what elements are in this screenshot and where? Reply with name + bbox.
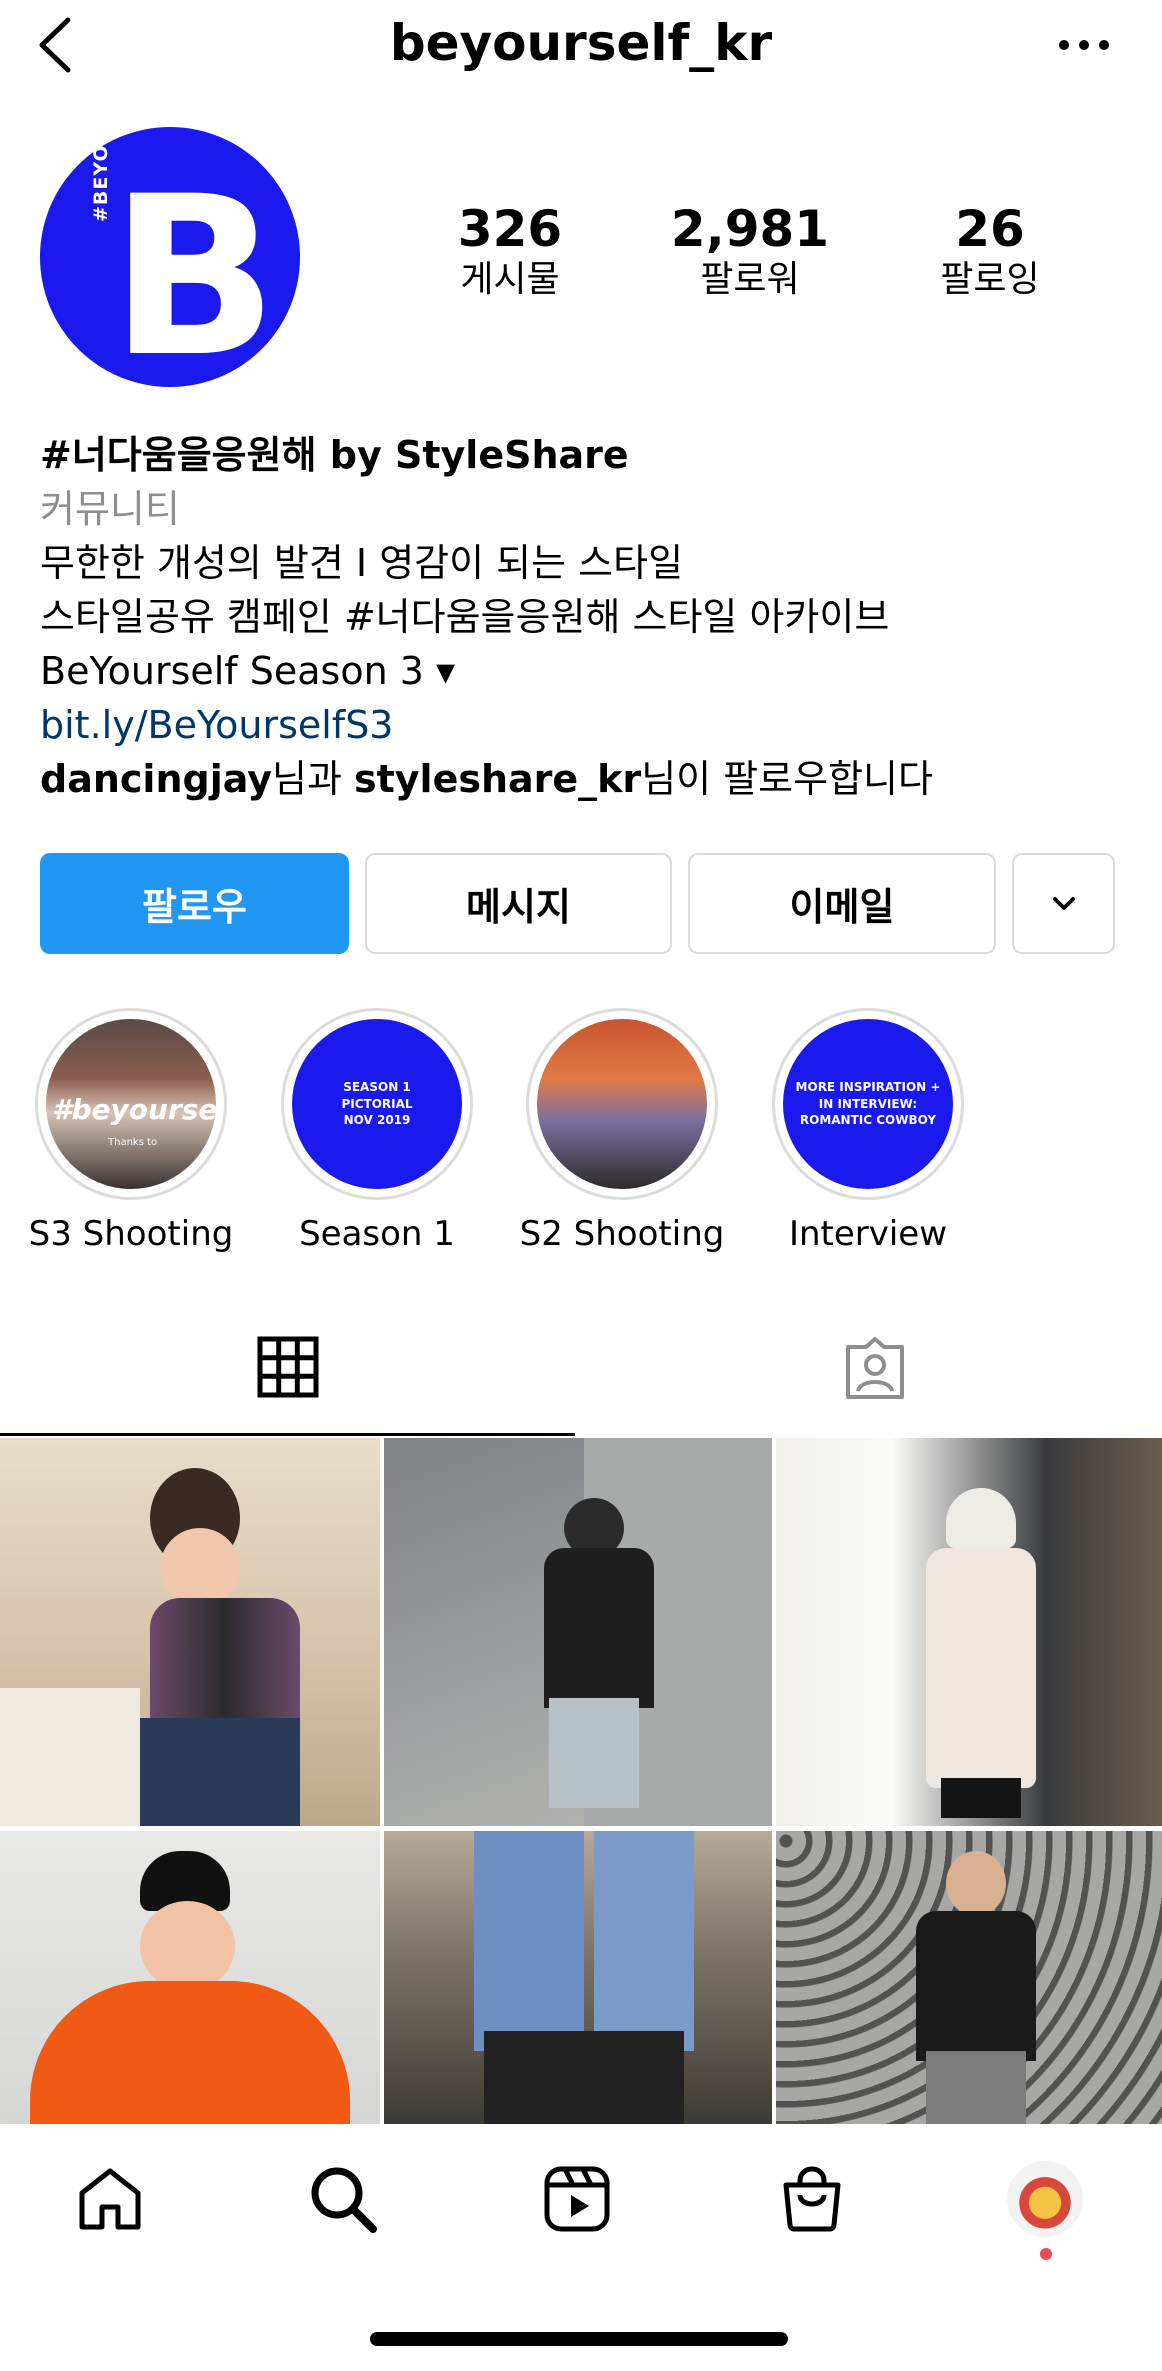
stat-posts[interactable]: 326 게시물 [390,202,630,304]
highlight-caption: Thanks to [108,1137,158,1148]
story-highlights: #beyourself Thanks to S3 Shooting SEASON… [0,1008,1162,1258]
stat-posts-label: 게시물 [460,259,560,300]
bio-link[interactable]: bit.ly/BeYourselfS3 [40,698,1130,752]
followed-by-suffix: 님이 팔로우합니다 [641,757,933,801]
tagged-user-icon [845,1337,904,1399]
avatar-vertical-text: #BEYOURSELF [90,127,112,222]
post-photo-figure [594,1831,694,2051]
post-photo-figure [946,1488,1016,1548]
suggested-accounts-button[interactable] [1012,853,1115,954]
post-thumbnail[interactable] [0,1438,380,1826]
post-thumbnail[interactable] [776,1831,1162,2124]
highlight-cover: MORE INSPIRATION + IN INTERVIEW: ROMANTI… [783,1019,953,1189]
tab-tagged[interactable] [587,1300,1162,1436]
post-photo-figure [916,1911,1036,2061]
post-photo-figure [0,1688,140,1826]
highlight-cover [537,1019,707,1189]
followed-by-user[interactable]: dancingjay [40,757,272,801]
highlight-ring: MORE INSPIRATION + IN INTERVIEW: ROMANTI… [772,1008,964,1200]
message-button[interactable]: 메시지 [365,853,672,954]
tab-posts-grid[interactable] [0,1300,575,1436]
post-thumbnail[interactable] [384,1831,772,2124]
post-photo-figure [120,1718,300,1826]
stat-posts-value: 326 [457,200,563,258]
profile-username: beyourself_kr [389,14,773,72]
highlight-label: Season 1 [299,1214,455,1254]
home-icon [79,2168,141,2230]
post-photo-figure [140,1901,235,1991]
bio-line: 무한한 개성의 발견 I 영감이 되는 스타일 [40,541,684,585]
shopping-bag-icon [783,2166,841,2232]
profile-category: 커뮤니티 [40,487,180,531]
stat-followers-label: 팔로워 [700,259,800,300]
header: beyourself_kr [0,0,1162,100]
post-thumbnail[interactable] [776,1438,1162,1826]
reels-icon [544,2166,610,2232]
post-photo-figure [926,1548,1036,1788]
post-thumbnail[interactable] [384,1438,772,1826]
search-icon [311,2167,377,2233]
nav-profile[interactable] [1000,2154,1090,2244]
profile-avatar[interactable]: #BEYOURSELF B [40,127,300,387]
avatar-letter: B [110,149,278,387]
bio-line: 스타일공유 캠페인 #너다움을응원해 스타일 아카이브 [40,595,890,639]
post-photo-figure [549,1698,639,1808]
more-options-button[interactable] [1054,30,1114,60]
stat-following-value: 26 [955,200,1025,258]
posts-grid [0,1438,1162,2124]
post-photo-figure [474,1831,584,2051]
highlight-s3-shooting[interactable]: #beyourself Thanks to S3 Shooting [16,1008,246,1254]
highlight-label: S3 Shooting [28,1214,234,1254]
highlight-cover: #beyourself Thanks to [46,1019,216,1189]
stat-following-label: 팔로잉 [940,259,1040,300]
nav-home[interactable] [65,2154,155,2244]
notification-dot [1040,2248,1052,2260]
followed-by-connector: 님과 [271,757,354,801]
grid-icon [257,1336,318,1397]
email-button[interactable]: 이메일 [688,853,996,954]
more-horizontal-icon [1059,40,1109,50]
followed-by-user[interactable]: styleshare_kr [354,757,641,801]
profile-stats: 326 게시물 2,981 팔로워 26 팔로잉 [390,202,1110,304]
follow-button[interactable]: 팔로우 [40,853,349,954]
post-photo-figure [941,1778,1021,1818]
chevron-down-icon [1052,896,1075,910]
stat-followers[interactable]: 2,981 팔로워 [630,202,870,304]
highlight-interview[interactable]: MORE INSPIRATION + IN INTERVIEW: ROMANTI… [753,1008,983,1254]
highlight-cover: SEASON 1 PICTORIAL NOV 2019 [292,1019,462,1189]
stat-followers-value: 2,981 [670,200,830,258]
post-photo-figure [544,1548,654,1708]
bio-season-toggle[interactable]: BeYourself Season 3 ▾ [40,644,1130,698]
post-photo-figure [150,1598,300,1728]
highlight-season-1[interactable]: SEASON 1 PICTORIAL NOV 2019 Season 1 [262,1008,492,1254]
profile-bio: #너다움을응원해 by StyleShare 커뮤니티 무한한 개성의 발견 I… [40,428,1130,806]
highlight-ring [526,1008,718,1200]
post-photo-figure [946,1851,1006,1916]
post-photo-figure [484,2031,684,2124]
highlight-ring: #beyourself Thanks to [35,1008,227,1200]
post-thumbnail[interactable] [0,1831,380,2124]
highlight-ring: SEASON 1 PICTORIAL NOV 2019 [281,1008,473,1200]
profile-tabs [0,1300,1162,1436]
post-photo-figure [30,1981,350,2124]
highlight-label: Interview [788,1214,948,1254]
post-photo-figure [160,1528,240,1608]
stat-following[interactable]: 26 팔로잉 [870,202,1110,304]
nav-reels[interactable] [532,2154,622,2244]
nav-shop[interactable] [767,2154,857,2244]
nav-search[interactable] [298,2154,388,2244]
highlight-overlay-text: #beyourself [52,1093,216,1126]
profile-display-name: #너다움을응원해 by StyleShare [40,433,629,477]
followed-by[interactable]: dancingjay님과 styleshare_kr님이 팔로우합니다 [40,752,1130,806]
home-indicator [370,2332,788,2346]
profile-avatar-thumbnail [1007,2161,1083,2237]
highlight-s2-shooting[interactable]: S2 Shooting [507,1008,737,1254]
highlight-label: S2 Shooting [519,1214,725,1254]
post-photo-figure [926,2051,1026,2124]
profile-actions: 팔로우 메시지 이메일 [40,853,1115,954]
